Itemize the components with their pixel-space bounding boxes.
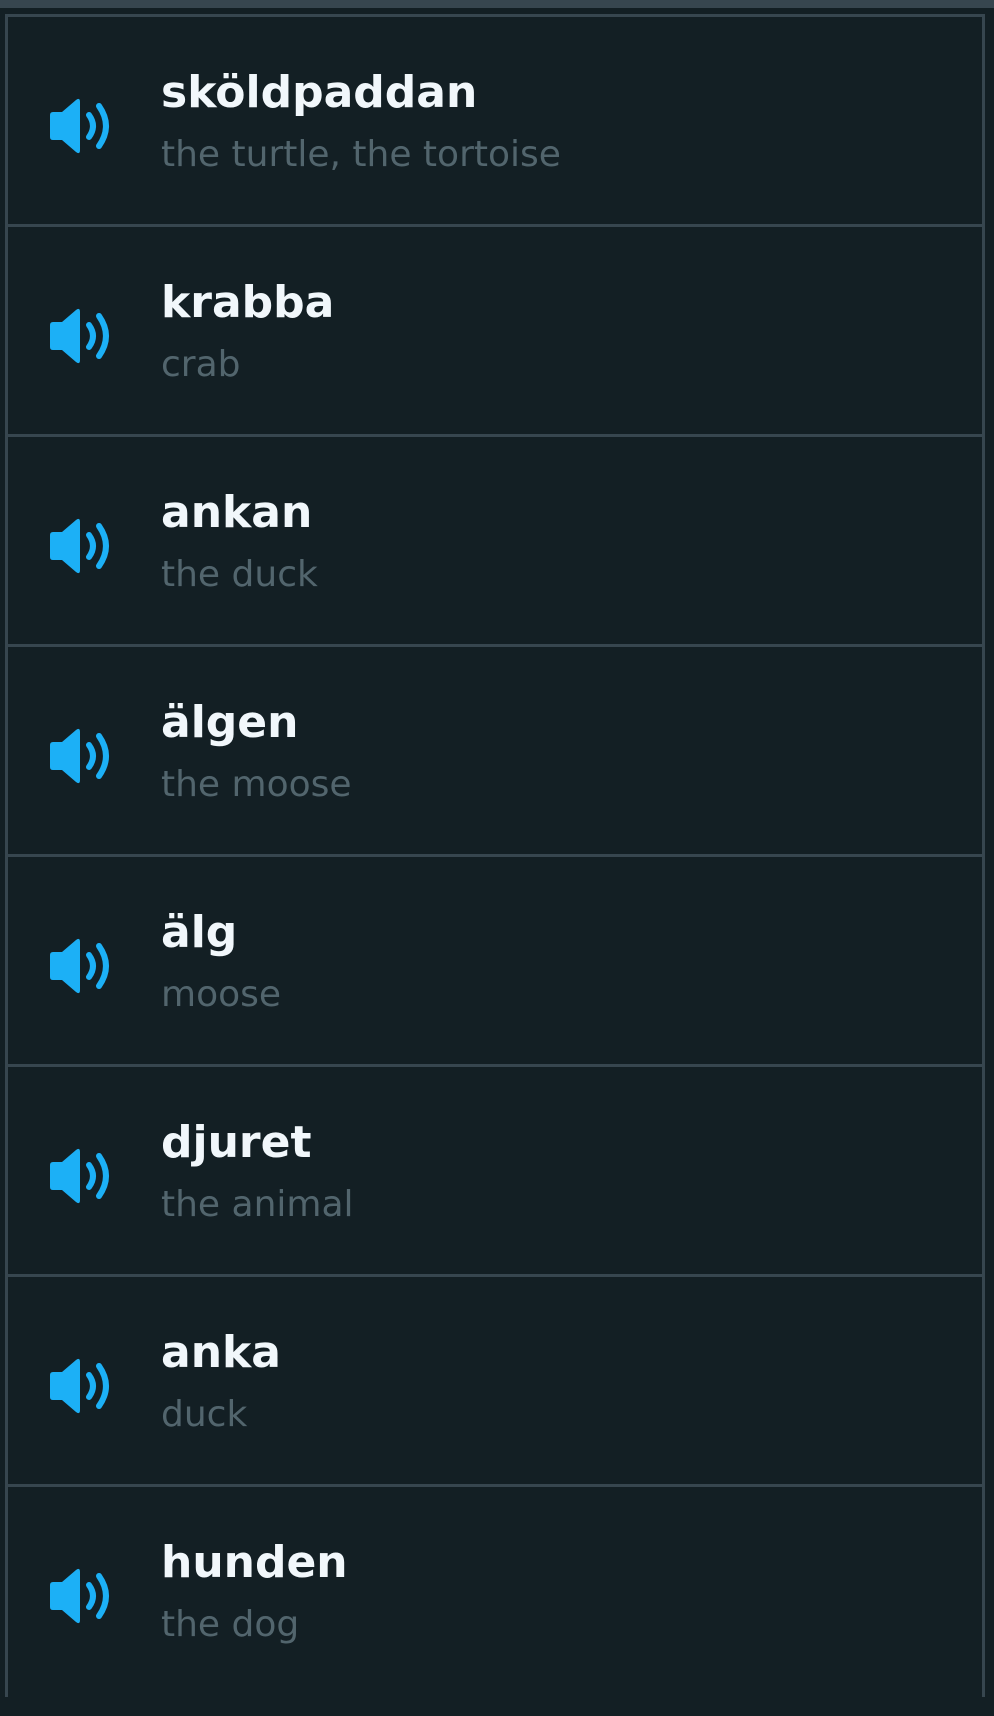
speaker-icon[interactable]	[46, 725, 118, 787]
speaker-icon[interactable]	[46, 95, 118, 157]
word-text: ankan	[161, 487, 313, 538]
translation-text: the animal	[161, 1184, 354, 1225]
word-text: krabba	[161, 277, 335, 328]
word-row[interactable]: sköldpaddan the turtle, the tortoise	[8, 17, 982, 227]
word-row[interactable]: älgen the moose	[8, 647, 982, 857]
speaker-icon[interactable]	[46, 305, 118, 367]
word-row[interactable]: krabba crab	[8, 227, 982, 437]
speaker-icon[interactable]	[46, 935, 118, 997]
word-row[interactable]: älg moose	[8, 857, 982, 1067]
translation-text: duck	[161, 1394, 248, 1435]
word-row[interactable]: ankan the duck	[8, 437, 982, 647]
word-text: anka	[161, 1327, 281, 1378]
translation-text: crab	[161, 344, 241, 385]
word-text: älgen	[161, 697, 299, 748]
list-top-edge	[0, 0, 994, 8]
word-row[interactable]: djuret the animal	[8, 1067, 982, 1277]
word-list: sköldpaddan the turtle, the tortoise kra…	[5, 14, 985, 1697]
translation-text: moose	[161, 974, 282, 1015]
translation-text: the dog	[161, 1604, 300, 1645]
speaker-icon[interactable]	[46, 1355, 118, 1417]
speaker-icon[interactable]	[46, 515, 118, 577]
word-text: hunden	[161, 1537, 348, 1588]
word-text: älg	[161, 907, 238, 958]
word-row[interactable]: hunden the dog	[8, 1487, 982, 1697]
translation-text: the duck	[161, 554, 318, 595]
word-row[interactable]: anka duck	[8, 1277, 982, 1487]
speaker-icon[interactable]	[46, 1145, 118, 1207]
speaker-icon[interactable]	[46, 1565, 118, 1627]
translation-text: the moose	[161, 764, 352, 805]
translation-text: the turtle, the tortoise	[161, 134, 561, 175]
word-text: sköldpaddan	[161, 67, 478, 118]
word-text: djuret	[161, 1117, 312, 1168]
